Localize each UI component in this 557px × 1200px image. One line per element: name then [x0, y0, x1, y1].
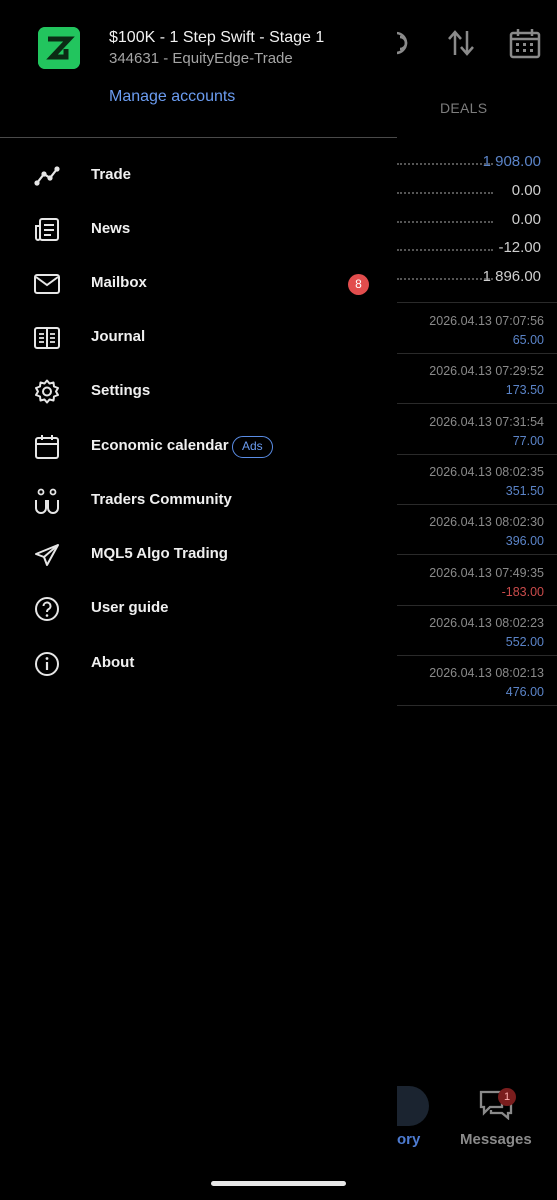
menu-item-mailbox[interactable]: Mailbox 8 [0, 257, 397, 311]
menu-item-about[interactable]: About [0, 637, 397, 691]
home-indicator[interactable] [211, 1181, 346, 1186]
summary-row: 1 896.00 [397, 263, 545, 291]
history-nav-pill[interactable] [397, 1086, 429, 1126]
deal-amount: 396.00 [505, 534, 544, 549]
community-icon [35, 488, 59, 514]
account-name: $100K - 1 Step Swift - Stage 1 [109, 29, 325, 46]
manage-accounts-link[interactable]: Manage accounts [109, 88, 235, 106]
deal-amount: 173.50 [505, 383, 544, 398]
deal-row[interactable]: 2026.04.13 07:49:35 -183.00 [397, 556, 557, 606]
menu-item-news[interactable]: News [0, 203, 397, 257]
deal-amount: 351.50 [505, 483, 544, 498]
deal-amount: 552.00 [505, 634, 544, 649]
news-icon [35, 218, 59, 241]
menu-item-trade[interactable]: Trade [0, 149, 397, 203]
deal-time: 2026.04.13 08:02:35 [429, 464, 544, 479]
summary-value: 0.00 [511, 182, 541, 199]
history-nav-label[interactable]: ory [397, 1131, 420, 1148]
deal-time: 2026.04.13 08:02:23 [429, 615, 544, 630]
deal-amount: -183.00 [501, 584, 544, 599]
summary-value: 1 908.00 [482, 153, 541, 170]
summary-value: 0.00 [511, 211, 541, 228]
menu-item-user-guide[interactable]: User guide [0, 582, 397, 636]
menu-label: Traders Community [91, 491, 232, 508]
deal-amount: 476.00 [505, 685, 544, 700]
leader-dots [397, 163, 493, 165]
deal-row[interactable]: 2026.04.13 08:02:13 476.00 [397, 656, 557, 707]
summary-row: 0.00 [397, 177, 545, 205]
leader-dots [397, 249, 493, 251]
info-icon [35, 652, 59, 676]
deal-amount: 77.00 [512, 433, 544, 448]
summary-value: 1 896.00 [482, 268, 541, 285]
calendar-icon [35, 435, 59, 459]
account-id: 344631 - EquityEdge-Trade [109, 50, 293, 67]
sort-arrows-icon[interactable] [443, 25, 479, 61]
menu-item-traders-community[interactable]: Traders Community [0, 474, 397, 528]
deal-time: 2026.04.13 07:31:54 [429, 414, 544, 429]
menu-label: Economic calendar [91, 437, 229, 454]
menu-label: Mailbox [91, 274, 147, 291]
menu-label: News [91, 220, 131, 237]
navigation-drawer: $100K - 1 Step Swift - Stage 1 344631 - … [0, 0, 397, 1200]
divider [0, 137, 397, 138]
deal-time: 2026.04.13 07:07:56 [429, 314, 544, 328]
send-icon [35, 544, 59, 566]
leader-dots [397, 278, 493, 280]
menu-item-economic-calendar[interactable]: Economic calendar Ads [0, 420, 397, 474]
journal-icon [34, 327, 60, 349]
help-icon [35, 597, 59, 621]
leader-dots [397, 192, 493, 194]
menu-label: About [91, 654, 135, 671]
mail-icon [34, 274, 60, 294]
calendar-icon[interactable] [507, 25, 543, 61]
deal-time: 2026.04.13 07:49:35 [429, 565, 544, 580]
menu-label: Settings [91, 382, 151, 399]
messages-nav-label[interactable]: Messages [460, 1131, 532, 1148]
messages-badge: 1 [498, 1088, 516, 1106]
summary-row: 0.00 [397, 206, 545, 234]
summary-value: -12.00 [498, 239, 541, 256]
deal-time: 2026.04.13 08:02:30 [429, 515, 544, 530]
summary-row: -12.00 [397, 234, 545, 262]
summary-row: 1 908.00 [397, 148, 545, 176]
deal-row[interactable]: 2026.04.13 08:02:23 552.00 [397, 606, 557, 656]
deal-amount: 65.00 [512, 333, 544, 347]
divider [397, 302, 557, 303]
deal-row[interactable]: 2026.04.13 07:31:54 77.00 [397, 405, 557, 455]
leader-dots [397, 221, 493, 223]
deal-row[interactable]: 2026.04.13 08:02:35 351.50 [397, 455, 557, 505]
deal-time: 2026.04.13 07:29:52 [429, 364, 544, 379]
menu-item-mql5-algo-trading[interactable]: MQL5 Algo Trading [0, 528, 397, 582]
gear-icon [35, 379, 59, 404]
deal-time: 2026.04.13 08:02:13 [429, 666, 544, 681]
trade-chart-icon [34, 166, 60, 186]
deal-row[interactable]: 2026.04.13 07:29:52 173.50 [397, 354, 557, 405]
menu-item-settings[interactable]: Settings [0, 365, 397, 419]
equityedge-logo-icon [38, 27, 80, 69]
menu-label: Trade [91, 166, 132, 183]
menu-item-journal[interactable]: Journal [0, 311, 397, 365]
ads-badge: Ads [232, 436, 273, 458]
menu-label: User guide [91, 599, 169, 616]
mailbox-unread-badge: 8 [348, 274, 369, 295]
tab-deals[interactable]: DEALS [440, 100, 487, 116]
deal-row[interactable]: 2026.04.13 08:02:30 396.00 [397, 505, 557, 556]
menu-label: Journal [91, 328, 146, 345]
deal-row[interactable]: 2026.04.13 07:07:56 65.00 [397, 304, 557, 354]
menu-label: MQL5 Algo Trading [91, 545, 228, 562]
